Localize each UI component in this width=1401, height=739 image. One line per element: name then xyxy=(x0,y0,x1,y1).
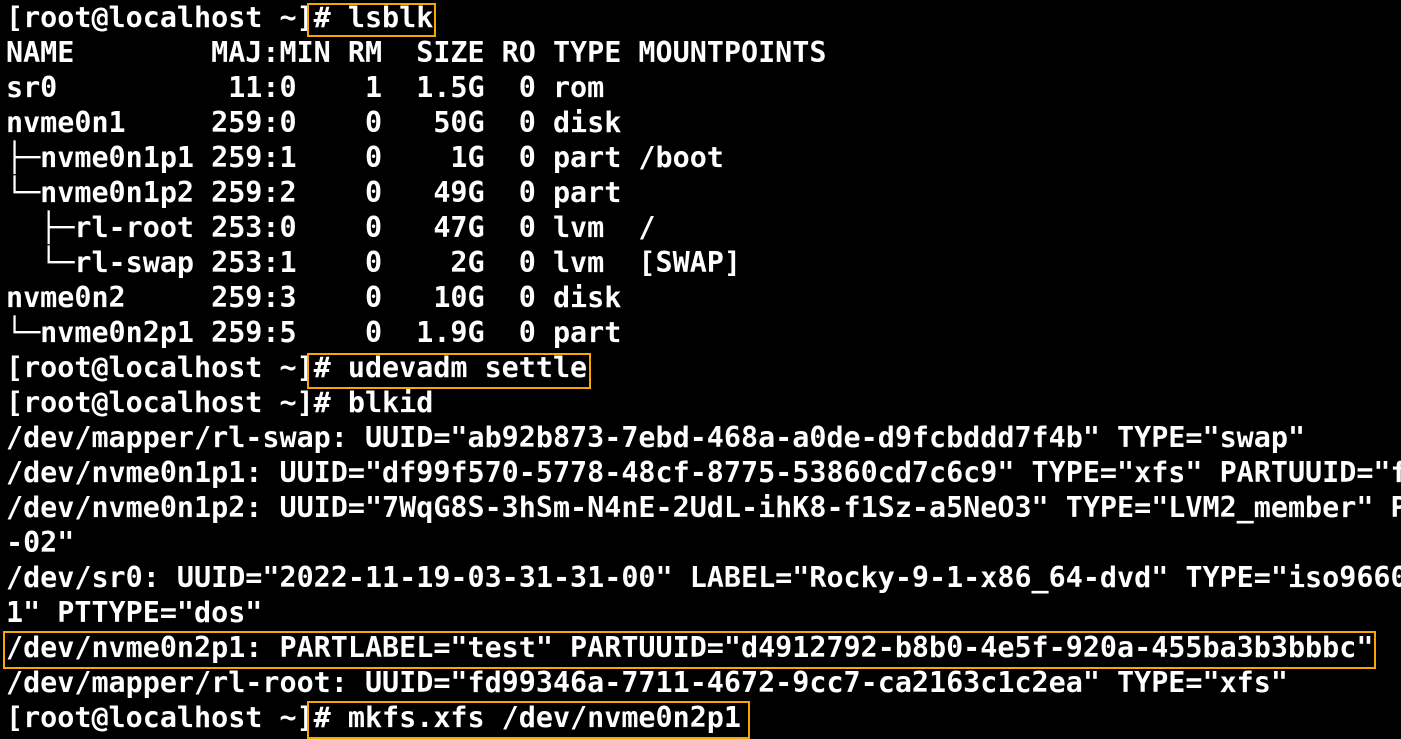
terminal-line-prompt-lsblk: [root@localhost ~]# lsblk xyxy=(6,1,434,34)
terminal-line-nvme0n1p2: └─nvme0n1p2 259:2 0 49G 0 part xyxy=(6,176,622,209)
terminal-line-prompt-udevadm: [root@localhost ~]# udevadm settle xyxy=(6,351,588,384)
terminal-line-rl-root: ├─rl-root 253:0 0 47G 0 lvm / xyxy=(6,211,656,244)
terminal-line-blkid-rl-root: /dev/mapper/rl-root: UUID="fd99346a-7711… xyxy=(6,666,1288,699)
terminal-line-blkid-wrap-1: -02" xyxy=(6,526,75,559)
terminal-line-sr0: sr0 11:0 1 1.5G 0 rom xyxy=(6,71,605,104)
terminal-line-nvme0n1p1: ├─nvme0n1p1 259:1 0 1G 0 part /boot xyxy=(6,141,724,174)
terminal-line-blkid-nvme0n1p1: /dev/nvme0n1p1: UUID="df99f570-5778-48cf… xyxy=(6,456,1401,489)
terminal-line-nvme0n2: nvme0n2 259:3 0 10G 0 disk xyxy=(6,281,622,314)
terminal-line-blkid-wrap-2: 1" PTTYPE="dos" xyxy=(6,596,263,629)
terminal-line-blkid-rl-swap: /dev/mapper/rl-swap: UUID="ab92b873-7ebd… xyxy=(6,421,1306,454)
terminal-line-lsblk-header: NAME MAJ:MIN RM SIZE RO TYPE MOUNTPOINTS xyxy=(6,36,827,69)
terminal-line-blkid-sr0: /dev/sr0: UUID="2022-11-19-03-31-31-00" … xyxy=(6,561,1401,594)
terminal-line-prompt-mkfs: [root@localhost ~]# mkfs.xfs /dev/nvme0n… xyxy=(6,701,741,734)
terminal-line-rl-swap: └─rl-swap 253:1 0 2G 0 lvm [SWAP] xyxy=(6,246,741,279)
terminal-line-blkid-nvme0n2p1: /dev/nvme0n2p1: PARTLABEL="test" PARTUUI… xyxy=(6,631,1374,664)
terminal-line-nvme0n2p1: └─nvme0n2p1 259:5 0 1.9G 0 part xyxy=(6,316,622,349)
terminal-line-nvme0n1: nvme0n1 259:0 0 50G 0 disk xyxy=(6,106,622,139)
terminal-window[interactable]: [root@localhost ~]# lsblk NAME MAJ:MIN R… xyxy=(6,0,1401,739)
terminal-line-blkid-nvme0n1p2: /dev/nvme0n1p2: UUID="7WqG8S-3hSm-N4nE-2… xyxy=(6,491,1401,524)
terminal-line-prompt-blkid: [root@localhost ~]# blkid xyxy=(6,386,434,419)
